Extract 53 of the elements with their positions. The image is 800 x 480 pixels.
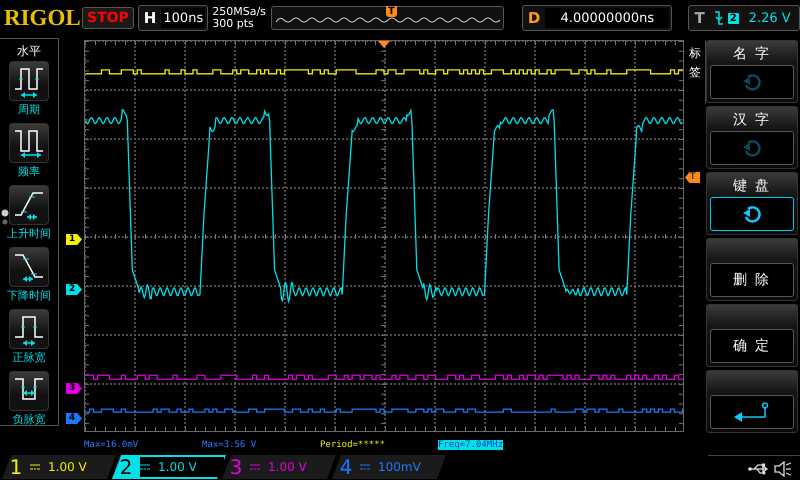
channel-tag[interactable]: 3 1.00 V (222, 455, 336, 479)
trigger-level-marker[interactable]: T (685, 172, 700, 183)
delay-label: D (526, 9, 542, 27)
key-label: 汉 字 (732, 111, 772, 130)
channel-tag[interactable]: 2 1.00 V (112, 455, 226, 479)
measurement-value[interactable]: Max=3.56 V (202, 440, 320, 450)
key-label: 确 定 (710, 329, 794, 363)
measurement-value[interactable]: Period=***** (320, 440, 438, 450)
channel-scale: 1.00 V (268, 460, 307, 474)
channel-number: 3 (228, 455, 244, 479)
brand-logo: RIGOL (4, 5, 78, 31)
channel-number: 1 (8, 455, 24, 479)
trigger-source: 2 (728, 12, 739, 24)
measure-label: 下降时间 (7, 288, 51, 303)
sample-rate: 250MSa/s (212, 6, 267, 18)
channel-scale: 1.00 V (158, 460, 197, 474)
measure-label: 周期 (18, 102, 40, 117)
channel-marker[interactable]: 1 (66, 234, 82, 245)
channel-marker[interactable]: 2 (66, 284, 82, 295)
channel-scale: 100mV (378, 460, 421, 474)
measure-label: 负脉宽 (12, 412, 46, 427)
measure-label: 频率 (18, 164, 40, 179)
key-label: 键 盘 (732, 177, 772, 196)
menu-key[interactable]: 键 盘 (706, 172, 798, 235)
key-label: 名 字 (732, 45, 772, 64)
measure-label: 上升时间 (7, 226, 51, 241)
channel-number: 4 (338, 455, 354, 479)
menu-key[interactable]: 确 定 (706, 304, 798, 367)
trigger-position-marker: T (386, 6, 397, 17)
timebase-label: H (142, 9, 158, 27)
channel-marker[interactable]: 4 (66, 413, 82, 424)
channel-tag[interactable]: 1 1.00 V (2, 455, 116, 479)
trigger-level: 2.26 V (748, 10, 791, 26)
memory-depth: 300 pts (212, 18, 255, 30)
menu-key[interactable]: 汉 字 (706, 106, 798, 169)
menu-key[interactable]: 删 除 (706, 238, 798, 301)
timebase-value: 100ns (161, 8, 206, 28)
menu-key[interactable]: 名 字 (706, 40, 798, 103)
delay-box[interactable]: D 4.00000000ns (522, 5, 672, 31)
panel-title: 水平 (17, 43, 41, 60)
trigger-label: T (693, 9, 706, 27)
channel-scale: 1.00 V (48, 460, 87, 474)
channel-marker[interactable]: 3 (66, 383, 82, 394)
channel-tag[interactable]: 4 100mV (332, 455, 446, 479)
key-label: 删 除 (710, 263, 794, 297)
measure-label: 正脉宽 (12, 350, 46, 365)
delay-value: 4.00000000ns (545, 8, 670, 28)
measurement-value[interactable]: Freq=7.04MHz (438, 440, 504, 450)
trigger-box[interactable]: T 2 2.26 V (688, 5, 800, 31)
run-status[interactable]: STOP (82, 7, 134, 29)
channel-number: 2 (118, 455, 134, 479)
timebase-box[interactable]: H 100ns (138, 5, 208, 31)
measurement-value[interactable]: Max=16.0mV (84, 440, 202, 450)
